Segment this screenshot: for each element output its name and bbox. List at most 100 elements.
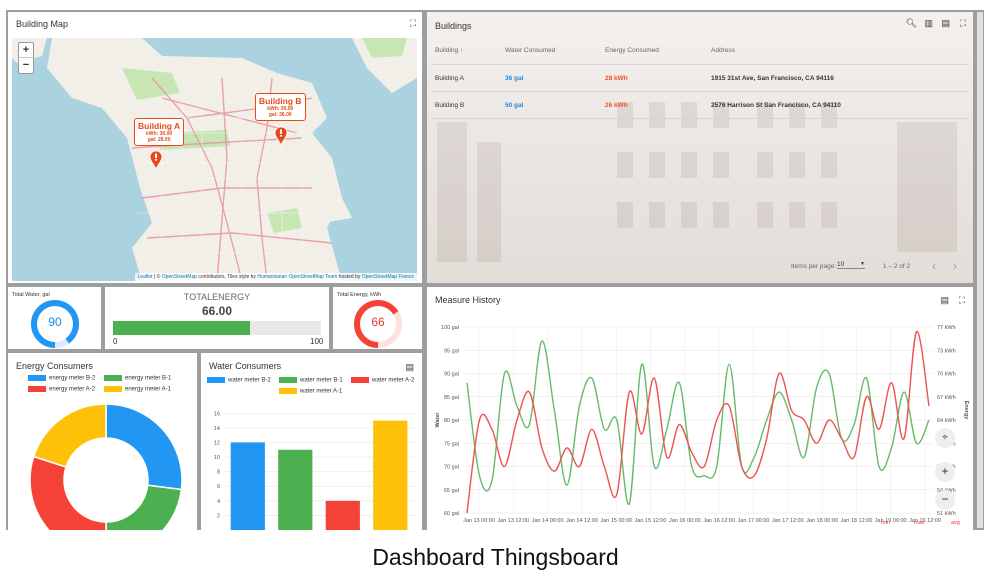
legend-swatch: [207, 377, 225, 383]
total-energy-value: 66.00: [201, 304, 233, 318]
prev-page-button[interactable]: ‹: [932, 259, 936, 273]
osm-france-link[interactable]: OpenStreetMap France: [362, 274, 414, 280]
x-tick-label: Jan 13 12:00: [497, 518, 529, 524]
building-map-card: Building Map ⛶ + − Building A kWh: 36.00…: [8, 12, 422, 283]
legend-item[interactable]: water meter A-2: [351, 377, 414, 384]
osm-link[interactable]: OpenStreetMap: [162, 274, 197, 280]
items-per-page-label: Items per page:: [791, 263, 837, 270]
popup-gal: gal: 36.00: [268, 112, 292, 118]
y-tick-label: 80 gal: [444, 418, 459, 424]
y-tick-label: 12: [214, 440, 220, 446]
x-tick-label: Jan 19 00:00: [875, 518, 907, 524]
series-line[interactable]: [466, 330, 930, 514]
total-energy-kwh-value: 66: [371, 315, 385, 329]
crosshair-icon: ⌖: [942, 432, 948, 443]
bar[interactable]: [373, 420, 408, 530]
y-tick-label: 75 gal: [444, 441, 459, 447]
cell-energy: 26 kWh: [605, 102, 628, 109]
pie-slice[interactable]: [32, 403, 107, 468]
columns-icon[interactable]: ▥: [924, 18, 933, 29]
x-tick-label: Jan 17 00:00: [738, 518, 770, 524]
plus-icon: +: [941, 464, 949, 478]
cell-water: 36 gal: [505, 75, 524, 82]
col-header-water[interactable]: Water Consumed: [505, 47, 555, 54]
row-divider: [431, 64, 969, 65]
y2-tick-label: 70 kWh: [937, 372, 956, 378]
col-header-energy[interactable]: Energy Consumed: [605, 47, 659, 54]
x-tick-label: Jan 18 12:00: [840, 518, 872, 524]
legend-swatch: [104, 386, 122, 392]
leaflet-link[interactable]: Leaflet: [138, 274, 153, 280]
map-marker-icon[interactable]: [274, 126, 288, 146]
scrollbar[interactable]: [977, 12, 983, 528]
legend-label: water meter A-1: [300, 388, 343, 395]
energy-consumers-card: Energy Consumers energy meter B-2 energy…: [8, 353, 197, 530]
energy-consumers-title: Energy Consumers: [16, 361, 94, 371]
fullscreen-icon[interactable]: ⛶: [960, 18, 966, 29]
pie-slice[interactable]: [105, 403, 183, 491]
legend-item[interactable]: energy meter B-2: [28, 375, 95, 382]
measure-history-card: Measure History ▤ ⛶ 100 gal 95 gal 90 gal 8…: [427, 287, 973, 530]
y-tick-label: 65 gal: [444, 488, 459, 494]
popup-title: Building B: [259, 96, 302, 106]
legend-label: water meter B-1: [300, 377, 343, 384]
next-page-button[interactable]: ›: [953, 259, 957, 273]
map-marker-icon[interactable]: [149, 150, 163, 170]
bar-min-label: 0: [113, 337, 118, 346]
y-axis-label: Water: [435, 412, 441, 428]
legend-item[interactable]: water meter A-1: [279, 388, 342, 395]
bar[interactable]: [325, 500, 360, 530]
map-popup-building-b: Building B kWh: 36.00 gal: 36.00: [255, 93, 306, 121]
chevron-down-icon: ▼: [860, 261, 865, 267]
search-icon[interactable]: 🔍︎: [906, 18, 917, 29]
col-header-building[interactable]: Building ↑: [435, 47, 463, 54]
zoom-out-button[interactable]: −: [19, 58, 33, 73]
map-title: Building Map: [16, 19, 69, 29]
humanitarian-link[interactable]: Humanitarian OpenStreetMap Team: [257, 274, 337, 280]
x-tick-label: Jan 13 00:00: [463, 518, 495, 524]
legend-item[interactable]: energy meter A-2: [28, 386, 95, 393]
cell-water: 50 gal: [505, 102, 524, 109]
minus-icon: −: [941, 492, 949, 506]
map-view[interactable]: + − Building A kWh: 36.00 gal: 28.00 Bui…: [12, 38, 417, 281]
items-per-page-select[interactable]: 10 ▼: [837, 261, 865, 269]
pagination-range: 1 – 2 of 2: [883, 263, 911, 270]
bar[interactable]: [230, 442, 265, 530]
y-tick-label: 90 gal: [444, 372, 459, 378]
legend-label: water meter A-2: [372, 377, 415, 384]
pie-slice[interactable]: [29, 455, 107, 530]
popup-title: Building A: [138, 121, 181, 131]
chart-reset-button[interactable]: ⌖: [935, 428, 955, 448]
legend-label: energy meter B-2: [49, 375, 96, 382]
map-popup-building-a: Building A kWh: 36.00 gal: 28.00: [134, 118, 185, 146]
zoom-in-button[interactable]: +: [19, 43, 33, 58]
cell-building: Building A: [435, 75, 464, 82]
legend-item[interactable]: energy meter A-1: [104, 386, 171, 393]
legend-label: energy meter B-1: [125, 375, 172, 382]
chart-zoom-out-button[interactable]: −: [935, 490, 955, 510]
total-energy-bar-fill: [113, 321, 251, 335]
dashboard: Building Map ⛶ + − Building A kWh: 36.00…: [6, 10, 984, 530]
cell-building: Building B: [435, 102, 465, 109]
buildings-card: Buildings 🔍︎ ▥ ▤ ⛶ Building ↑ Water Cons…: [427, 12, 973, 283]
energy-donut-chart: [29, 403, 183, 530]
y-tick-label: 14: [214, 426, 220, 432]
fullscreen-icon[interactable]: ⛶: [410, 18, 416, 29]
col-header-address[interactable]: Address: [711, 47, 735, 54]
legend-item[interactable]: water meter B-1: [279, 377, 343, 384]
legend-item[interactable]: energy meter B-1: [104, 375, 171, 382]
buildings-title: Buildings: [435, 21, 472, 31]
footer-min: min: [881, 520, 890, 526]
pie-slice[interactable]: [105, 484, 183, 530]
chart-zoom-in-button[interactable]: +: [935, 462, 955, 482]
attribution-text: hosted by: [337, 274, 362, 280]
y-tick-label: 70 gal: [444, 465, 459, 471]
export-icon[interactable]: ▤: [405, 362, 414, 373]
attribution-text: | ©: [152, 274, 162, 280]
export-icon[interactable]: ▤: [941, 18, 950, 29]
bar[interactable]: [278, 449, 313, 530]
y-tick-label: 16: [214, 411, 220, 417]
legend-item[interactable]: water meter B-2: [207, 377, 271, 384]
x-tick-label: Jan 15 12:00: [635, 518, 667, 524]
water-bar-chart: 2 4 6 8 10 12 14 16: [214, 411, 415, 530]
